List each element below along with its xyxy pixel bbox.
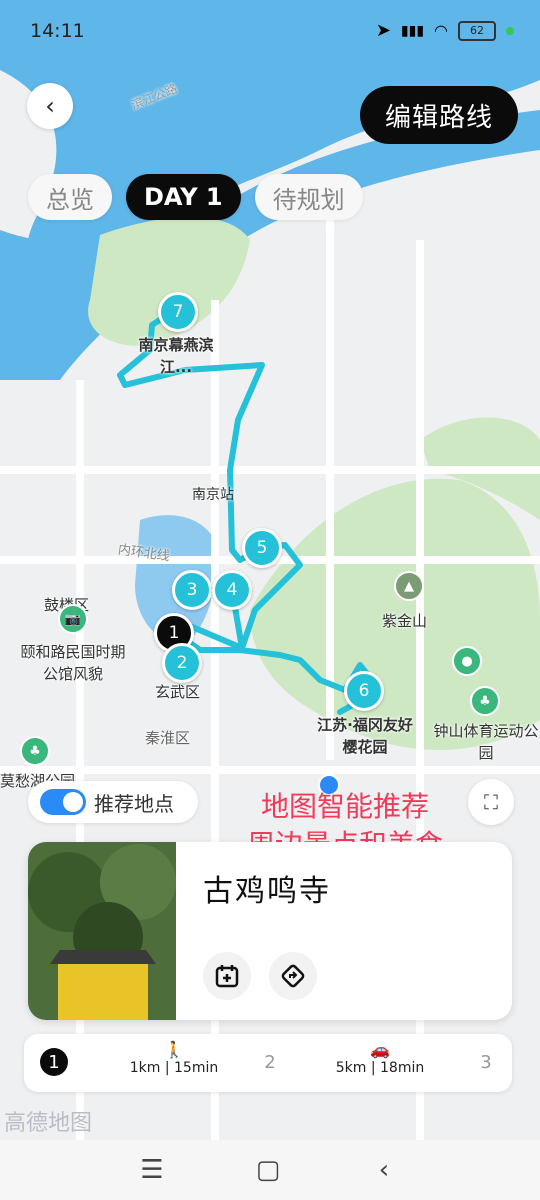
park-icon-west[interactable]: ♣ [20,736,50,766]
add-to-calendar-button[interactable] [203,952,251,1000]
park-icon[interactable]: ♣ [470,686,500,716]
step-1[interactable]: 1 [40,1048,68,1076]
wifi-icon: ◠ [434,21,448,40]
step-3[interactable]: 3 [472,1048,500,1076]
place-title: 古鸡鸣寺 [203,874,331,909]
menu-icon[interactable]: ☰ [134,1152,170,1188]
segment-1-2-text: 1km | 15min [129,1060,219,1076]
system-nav-bar: ☰ ▢ ‹ [0,1140,540,1200]
place-card[interactable]: 古鸡鸣寺 [28,842,512,1020]
car-icon: 🚗 [370,1040,390,1059]
recommend-switch[interactable] [40,789,86,815]
recommend-toggle[interactable]: 推荐地点 [28,781,198,823]
status-bar: 14:11 ➤ ▮▮▮ ◠ 62 [0,0,540,64]
promo-line-1: 地图智能推荐 [260,790,429,823]
step-2[interactable]: 2 [256,1048,284,1076]
nanjing-station-label: 南京站 [192,487,234,503]
tab-unplanned[interactable]: 待规划 [254,174,363,220]
navigate-button[interactable] [269,952,317,1000]
recommend-label: 推荐地点 [94,791,174,816]
privacy-dot-icon [506,26,514,35]
route-marker-5[interactable]: 5 [242,528,282,568]
route-marker-4[interactable]: 4 [212,570,252,610]
route-marker-2[interactable]: 2 [162,643,202,683]
segment-2-3[interactable]: 🚗 5km | 18min [310,1040,450,1076]
segment-1-2[interactable]: 🚶 1km | 15min [104,1040,244,1076]
yihe-road-label: 颐和路民国时期公馆风貌 [20,643,126,683]
qinhuai-label: 秦淮区 [145,729,191,747]
back-button[interactable]: ‹ [27,83,73,129]
signal-icon: ▮▮▮ [400,22,425,39]
status-time: 14:11 [30,20,85,42]
route-marker-7[interactable]: 7 [158,292,198,332]
camera-icon[interactable]: 📷 [58,604,88,634]
calendar-add-icon [215,965,239,988]
status-icons: ➤ ▮▮▮ ◠ 62 [376,20,514,41]
segment-2-3-text: 5km | 18min [335,1060,425,1076]
fullscreen-button[interactable]: ⛶ [468,779,514,825]
map-watermark: 高德地图 [4,1111,93,1136]
place-photo [28,842,176,1020]
edit-route-button[interactable]: 编辑路线 [360,86,518,144]
mountain-icon[interactable]: ▲ [394,571,424,601]
route-marker-6[interactable]: 6 [344,671,384,711]
home-icon[interactable]: ▢ [250,1152,286,1188]
stop6-name-label: 江苏·福冈友好樱花园 [317,716,413,756]
navigation-icon [281,964,305,988]
zhongshan-stadium-label: 钟山体育运动公园 [433,722,539,762]
expand-icon: ⛶ [484,790,498,814]
battery-icon: 62 [458,20,496,41]
location-arrow-icon: ➤ [375,20,391,41]
day-tabs: 总览 DAY 1 待规划 [28,174,363,220]
stop7-name-label: 南京幕燕滨江... [138,336,214,376]
location-pin-icon[interactable]: ● [452,646,482,676]
tab-day1[interactable]: DAY 1 [126,174,241,220]
xuanwu-label: 玄武区 [155,683,201,701]
walk-icon: 🚶 [164,1040,184,1059]
chevron-left-icon: ‹ [45,92,55,120]
route-steps-bar: 1 🚶 1km | 15min 2 🚗 5km | 18min 3 [24,1034,512,1092]
zijinshan-label: 紫金山 [382,612,428,630]
route-marker-3[interactable]: 3 [172,570,212,610]
tab-overview[interactable]: 总览 [28,174,112,220]
back-nav-icon[interactable]: ‹ [366,1152,402,1188]
